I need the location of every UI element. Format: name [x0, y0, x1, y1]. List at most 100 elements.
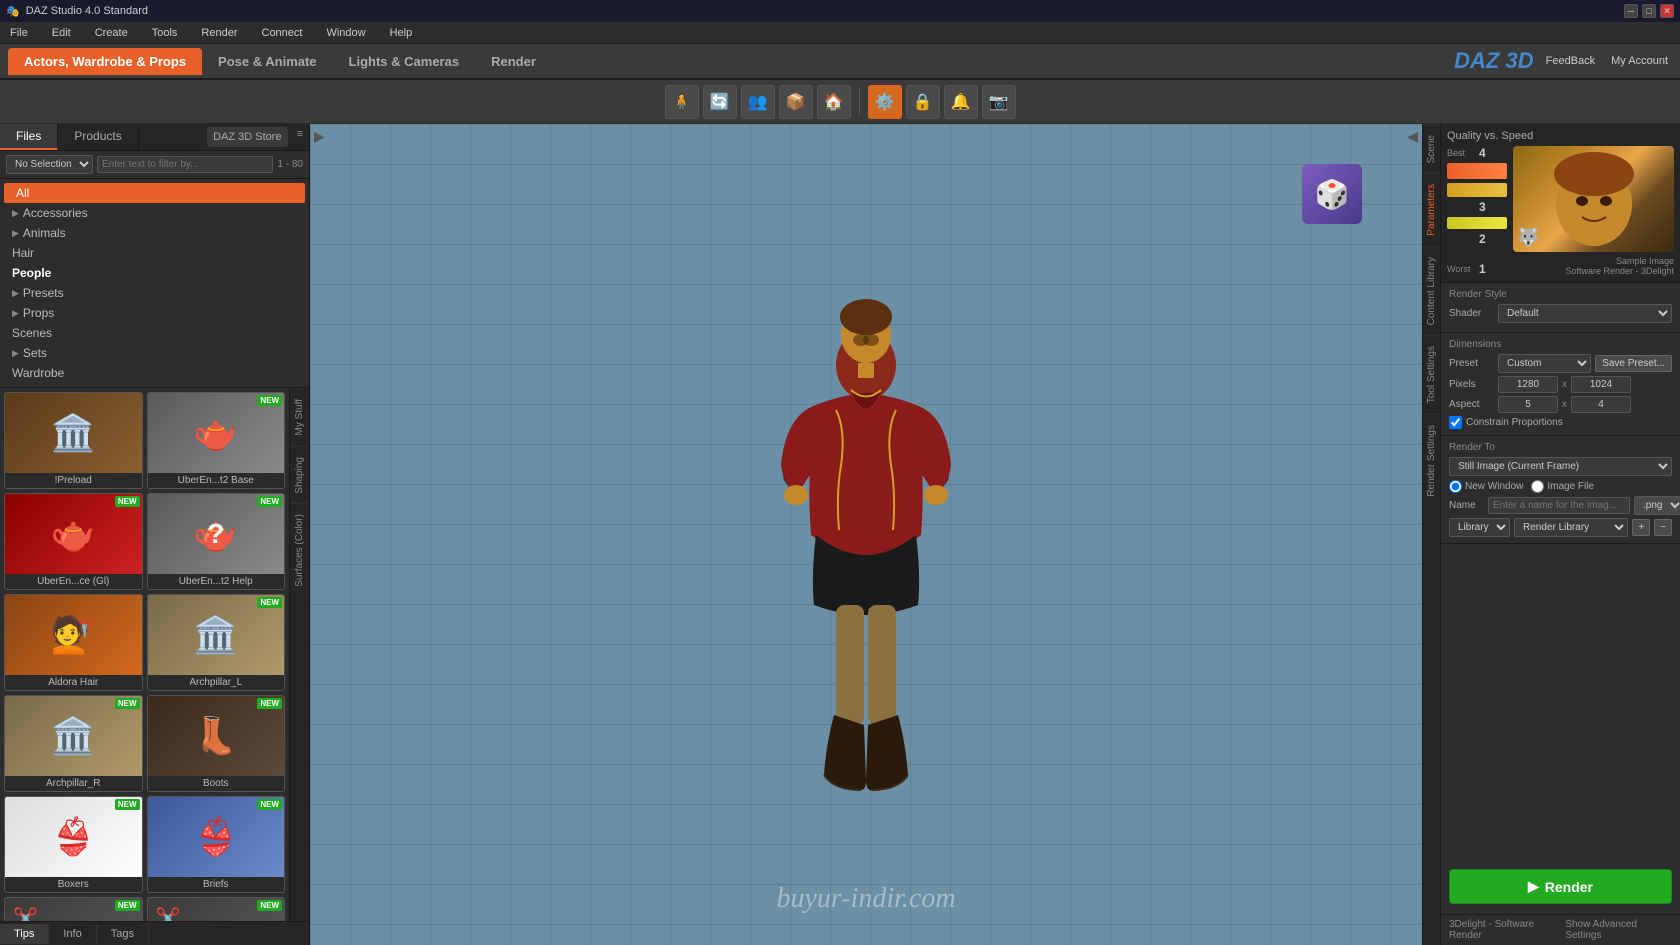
- new-window-radio[interactable]: [1449, 480, 1462, 493]
- grid-item-camera2[interactable]: 📷 ✂️ NEW Camera2: [147, 897, 286, 921]
- grid-item-uberce[interactable]: 🫖 NEW UberEn...ce (Gl): [4, 493, 143, 590]
- sidebar-item-presets[interactable]: ▶ Presets: [0, 283, 309, 303]
- grid-item-aldorahair[interactable]: 💇 Aldora Hair: [4, 594, 143, 691]
- sidebar-item-wardrobe[interactable]: Wardrobe: [0, 363, 309, 383]
- vtab-render-settings[interactable]: Render Settings: [1423, 414, 1440, 507]
- vtab-scene[interactable]: Scene: [1423, 124, 1440, 173]
- grid-item-uberhelp[interactable]: 🫖 ? NEW UberEn...t2 Help: [147, 493, 286, 590]
- render-button[interactable]: ▶ Render: [1449, 869, 1672, 904]
- save-preset-button[interactable]: Save Preset...: [1595, 355, 1672, 372]
- render-to-select[interactable]: Still Image (Current Frame): [1449, 457, 1672, 476]
- search-input[interactable]: [97, 156, 273, 173]
- side-tab-surfaces[interactable]: Surfaces (Color): [291, 503, 308, 597]
- menu-tools[interactable]: Tools: [148, 25, 182, 41]
- menu-render[interactable]: Render: [197, 25, 241, 41]
- pixels-height-input[interactable]: [1571, 376, 1631, 393]
- sidebar-item-sets[interactable]: ▶ Sets: [0, 343, 309, 363]
- aspect-width-input[interactable]: [1498, 396, 1558, 413]
- minimize-button[interactable]: ─: [1624, 4, 1638, 18]
- advanced-settings-button[interactable]: Show Advanced Settings: [1565, 919, 1672, 941]
- tool-prop[interactable]: 📦: [779, 85, 813, 119]
- sidebar-item-hair[interactable]: Hair: [0, 243, 309, 263]
- tool-move[interactable]: 🔄: [703, 85, 737, 119]
- close-button[interactable]: ✕: [1660, 4, 1674, 18]
- selection-dropdown[interactable]: No Selection: [6, 155, 93, 174]
- viewport-content[interactable]: 🎲 buyur-indir.com ◀ ▶: [310, 124, 1422, 945]
- vtab-parameters[interactable]: Parameters: [1423, 173, 1440, 246]
- tool-scene[interactable]: 🏠: [817, 85, 851, 119]
- maximize-button[interactable]: □: [1642, 4, 1656, 18]
- tab-products[interactable]: Products: [58, 124, 138, 150]
- menu-window[interactable]: Window: [322, 25, 369, 41]
- main-content: Files Products DAZ 3D Store ≡ No Selecti…: [0, 124, 1680, 945]
- bottom-tab-tips[interactable]: Tips: [0, 924, 49, 944]
- grid-item-archpillar-r[interactable]: 🏛️ NEW Archpillar_R: [4, 695, 143, 792]
- sidebar-item-all[interactable]: All: [4, 183, 305, 203]
- tool-select[interactable]: 🧍: [665, 85, 699, 119]
- pixels-width-input[interactable]: [1498, 376, 1558, 393]
- grid-item-camera1[interactable]: 📷 ✂️ NEW Camera1: [4, 897, 143, 921]
- bottom-tab-info[interactable]: Info: [49, 924, 96, 944]
- tool-notify[interactable]: 🔔: [944, 85, 978, 119]
- tab-files[interactable]: Files: [0, 124, 58, 150]
- daz-store-btn[interactable]: DAZ 3D Store: [207, 127, 287, 147]
- sidebar-item-props[interactable]: ▶ Props: [0, 303, 309, 323]
- tool-camera[interactable]: 📷: [982, 85, 1016, 119]
- grid-item-boots[interactable]: 👢 NEW Boots: [147, 695, 286, 792]
- render-style-section: Render Style Shader Default: [1441, 283, 1680, 333]
- name-input[interactable]: [1488, 497, 1630, 514]
- menu-help[interactable]: Help: [386, 25, 417, 41]
- menu-create[interactable]: Create: [91, 25, 132, 41]
- side-tab-shaping[interactable]: Shaping: [291, 446, 308, 504]
- menu-edit[interactable]: Edit: [48, 25, 75, 41]
- menu-file[interactable]: File: [6, 25, 32, 41]
- sidebar-item-scenes[interactable]: Scenes: [0, 323, 309, 343]
- quality-bar-4: [1447, 163, 1507, 179]
- grid-item-preload[interactable]: 🏛️ !Preload: [4, 392, 143, 489]
- side-tab-mystuff[interactable]: My Stuff: [291, 388, 308, 446]
- tool-lock[interactable]: 🔒: [906, 85, 940, 119]
- tool-pose[interactable]: ⚙️: [868, 85, 902, 119]
- new-window-option[interactable]: New Window: [1449, 480, 1523, 493]
- tab-pose[interactable]: Pose & Animate: [202, 48, 333, 75]
- tab-actors[interactable]: Actors, Wardrobe & Props: [8, 48, 202, 75]
- lib-remove-button[interactable]: −: [1654, 519, 1672, 536]
- feedback-link[interactable]: FeedBack: [1542, 53, 1600, 69]
- image-file-label: Image File: [1547, 481, 1594, 492]
- toolbar-right: DAZ 3D FeedBack My Account: [1454, 48, 1672, 74]
- sidebar-item-people[interactable]: People: [0, 263, 309, 283]
- grid-item-archpillar-l[interactable]: 🏛️ NEW Archpillar_L: [147, 594, 286, 691]
- account-link[interactable]: My Account: [1607, 53, 1672, 69]
- bottom-tab-tags[interactable]: Tags: [97, 924, 149, 944]
- grid-item-boxers[interactable]: 👙 NEW Boxers: [4, 796, 143, 893]
- constrain-checkbox[interactable]: [1449, 416, 1462, 429]
- tab-lights[interactable]: Lights & Cameras: [333, 48, 476, 75]
- right-panel: Quality vs. Speed Best 4 3 2: [1440, 124, 1680, 945]
- panel-menu-btn[interactable]: ≡: [291, 124, 309, 150]
- grid-item-briefs[interactable]: 👙 NEW Briefs: [147, 796, 286, 893]
- sidebar-item-animals[interactable]: ▶ Animals: [0, 223, 309, 243]
- viewport-collapse-left[interactable]: ▶: [314, 128, 325, 145]
- library-select[interactable]: Library: [1449, 518, 1510, 537]
- viewport-cube[interactable]: 🎲: [1302, 164, 1362, 224]
- menu-connect[interactable]: Connect: [258, 25, 307, 41]
- preset-label: Preset: [1449, 358, 1494, 369]
- render-label: Render: [1545, 879, 1593, 895]
- shader-select[interactable]: Default: [1498, 304, 1672, 323]
- tab-render[interactable]: Render: [475, 48, 552, 75]
- preview-area: 🐺 Sample Image Software Render - 3Deligh…: [1513, 146, 1674, 276]
- image-file-radio[interactable]: [1531, 480, 1544, 493]
- render-library-select[interactable]: Render Library: [1514, 518, 1628, 537]
- quality-label-best: Best: [1447, 148, 1475, 158]
- file-ext-select[interactable]: .png .jpg: [1634, 496, 1680, 515]
- image-file-option[interactable]: Image File: [1531, 480, 1594, 493]
- grid-item-uberbase[interactable]: 🫖 NEW UberEn...t2 Base: [147, 392, 286, 489]
- preset-select[interactable]: Custom: [1498, 354, 1591, 373]
- viewport-collapse-right[interactable]: ◀: [1407, 128, 1418, 145]
- aspect-height-input[interactable]: [1571, 396, 1631, 413]
- vtab-tool-settings[interactable]: Tool Settings: [1423, 335, 1440, 413]
- sidebar-item-accessories[interactable]: ▶ Accessories: [0, 203, 309, 223]
- lib-add-button[interactable]: +: [1632, 519, 1650, 536]
- vtab-content-library[interactable]: Content Library: [1423, 246, 1440, 335]
- tool-group[interactable]: 👥: [741, 85, 775, 119]
